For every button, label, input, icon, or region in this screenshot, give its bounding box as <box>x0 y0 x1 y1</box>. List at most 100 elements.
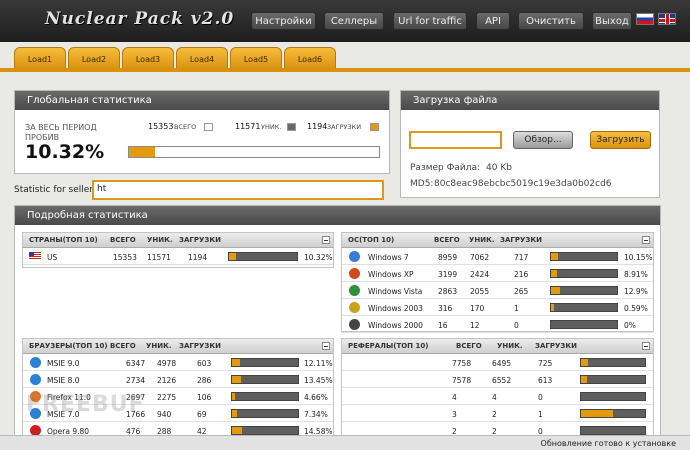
os-collapse-button[interactable] <box>642 236 650 244</box>
table-row: 32150% <box>342 405 653 422</box>
row-loads: 286 <box>197 376 212 385</box>
row-progress-fill <box>232 410 237 417</box>
row-percent: 0.59% <box>624 304 648 313</box>
countries-header-unique: УНИК. <box>147 236 173 244</box>
row-progress-fill <box>551 287 560 294</box>
row-loads: 216 <box>514 270 529 279</box>
countries-table-header: СТРАНЫ(ТОП 10) ВСЕГО УНИК. ЗАГРУЗКИ <box>23 233 333 248</box>
upload-button[interactable]: Загрузить <box>590 131 651 149</box>
table-row: Windows XP 3199 2424 216 8.91% <box>342 265 653 282</box>
tab-load3[interactable]: Load3 <box>122 47 174 69</box>
row-total: 3 <box>452 410 457 419</box>
referrers-header-loads: ЗАГРУЗКИ <box>535 342 577 350</box>
browsers-table: БРАУЗЕРЫ(ТОП 10) ВСЕГО УНИК. ЗАГРУЗКИ MS… <box>22 338 334 439</box>
row-total: 7578 <box>452 376 472 385</box>
row-unique: 2424 <box>470 270 490 279</box>
row-progress-fill <box>581 376 587 383</box>
status-text: Обновление готово к установке <box>540 439 676 448</box>
row-total: 2734 <box>126 376 146 385</box>
row-progress-fill <box>551 270 557 277</box>
row-percent: 10.15% <box>624 253 653 262</box>
row-unique: 12 <box>470 321 480 330</box>
file-size-label: Размер Файла: <box>410 163 481 173</box>
row-unique: 4 <box>492 393 497 402</box>
row-loads: 613 <box>538 376 553 385</box>
tab-load6[interactable]: Load6 <box>284 47 336 69</box>
windows-icon <box>349 285 360 296</box>
row-percent: 8.91% <box>624 270 648 279</box>
country-percent: 10.32% <box>304 253 333 262</box>
total-label: ВСЕГО <box>174 123 197 131</box>
nav-logout-button[interactable]: Выход <box>592 12 632 30</box>
countries-header-total: ВСЕГО <box>110 236 136 244</box>
status-bar: Обновление готово к установке <box>0 435 690 450</box>
table-row: MSIE 8.0 2734 2126 286 13.45% <box>23 371 333 388</box>
tab-load2[interactable]: Load2 <box>68 47 120 69</box>
row-loads: 0 <box>538 393 543 402</box>
global-stats-title: Глобальная статистика <box>15 91 389 110</box>
seller-filter-input[interactable]: ht <box>92 180 384 200</box>
hit-percentage: 10.32% <box>25 141 105 163</box>
table-row: 757865526139.3% <box>342 371 653 388</box>
row-unique: 6552 <box>492 376 512 385</box>
file-size-value: 40 Kb <box>486 163 512 173</box>
table-row: 4400% <box>342 388 653 405</box>
referrers-header-total: ВСЕГО <box>456 342 482 350</box>
browse-button[interactable]: Обзор... <box>513 131 573 149</box>
country-progress-fill <box>229 253 237 260</box>
unique-value: 11571 <box>235 122 261 131</box>
row-progress-bar <box>550 269 618 278</box>
russian-flag-icon[interactable] <box>636 13 654 25</box>
upload-title: Загрузка файла <box>401 91 659 110</box>
row-loads: 0 <box>538 427 543 435</box>
row-name: Windows Vista <box>368 287 423 296</box>
nav-sellers-button[interactable]: Селлеры <box>324 12 384 30</box>
browsers-collapse-button[interactable] <box>322 342 330 350</box>
md5-label: MD5: <box>410 179 434 189</box>
row-unique: 2055 <box>470 287 490 296</box>
browsers-header-name: БРАУЗЕРЫ(ТОП 10) <box>29 342 108 350</box>
row-progress-fill <box>232 393 236 400</box>
file-path-input[interactable] <box>409 131 502 149</box>
table-row: Windows 7 8959 7062 717 10.15% <box>342 248 653 265</box>
english-flag-icon[interactable] <box>658 13 676 25</box>
tab-load5[interactable]: Load5 <box>230 47 282 69</box>
row-total: 2 <box>452 427 457 435</box>
nav-clear-button[interactable]: Очистить <box>518 12 584 30</box>
row-unique: 7062 <box>470 253 490 262</box>
row-loads: 106 <box>197 393 212 402</box>
row-total: 7758 <box>452 359 472 368</box>
us-flag-icon <box>29 252 41 260</box>
nav-url-for-traffic-button[interactable]: Url for traffic <box>393 12 467 30</box>
row-percent: 12.11% <box>304 359 333 368</box>
table-row: 2200% <box>342 422 653 435</box>
row-unique: 2 <box>492 410 497 419</box>
country-progress-bar <box>228 252 298 261</box>
table-row: Windows Vista 2863 2055 265 12.9% <box>342 282 653 299</box>
nav-api-button[interactable]: API <box>476 12 510 30</box>
app-logo: Nuclear Pack v2.0 <box>45 9 235 29</box>
row-total: 3199 <box>438 270 458 279</box>
row-unique: 6495 <box>492 359 512 368</box>
row-progress-fill <box>232 376 241 383</box>
ie-icon <box>30 357 41 368</box>
countries-collapse-button[interactable] <box>322 236 330 244</box>
row-loads: 717 <box>514 253 529 262</box>
browsers-header-total: ВСЕГО <box>110 342 136 350</box>
referrers-header-unique: УНИК. <box>497 342 523 350</box>
row-unique: 2275 <box>157 393 177 402</box>
tab-load4[interactable]: Load4 <box>176 47 228 69</box>
loads-value: 1194 <box>307 122 328 131</box>
tab-load1[interactable]: Load1 <box>14 47 66 69</box>
nav-settings-button[interactable]: Настройки <box>251 12 316 30</box>
loads-legend-swatch <box>370 123 379 131</box>
row-total: 6347 <box>126 359 146 368</box>
loads-label: ЗАГРУЗКИ <box>327 123 362 131</box>
os-header-unique: УНИК. <box>469 236 495 244</box>
referrers-collapse-button[interactable] <box>642 342 650 350</box>
referrers-table-header: РЕФЕРАЛЫ(ТОП 10) ВСЕГО УНИК. ЗАГРУЗКИ <box>342 339 653 354</box>
row-percent: 0% <box>624 321 636 330</box>
total-legend-swatch <box>204 123 213 131</box>
row-name: MSIE 9.0 <box>47 359 80 368</box>
windows-icon <box>349 302 360 313</box>
